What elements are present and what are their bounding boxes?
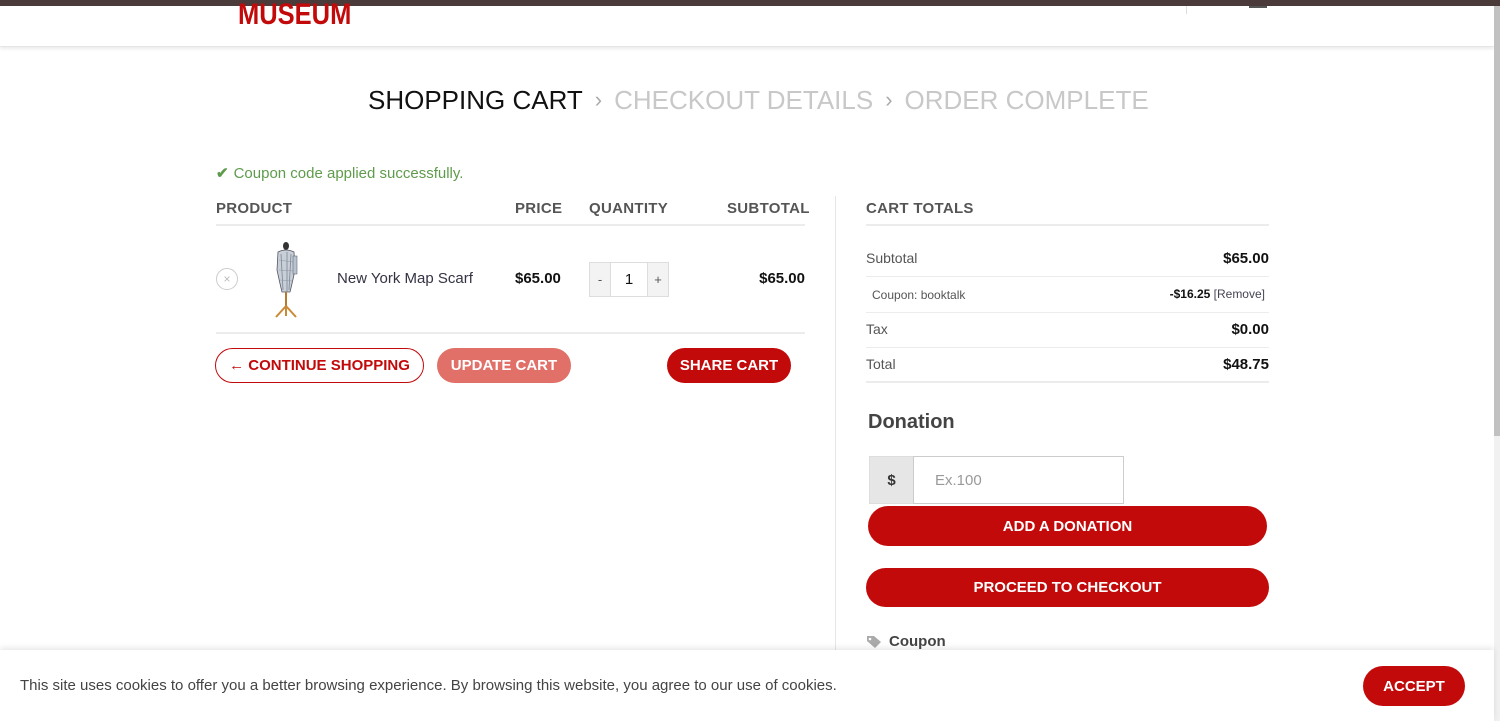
step-separator-icon: › bbox=[885, 87, 893, 112]
tag-icon bbox=[867, 635, 881, 648]
column-header-product: PRODUCT bbox=[216, 200, 293, 217]
header-divider bbox=[1186, 6, 1187, 14]
quantity-decrease-button[interactable]: - bbox=[590, 263, 610, 296]
cart-totals-heading: CART TOTALS bbox=[866, 200, 974, 217]
coupon-line-label: Coupon: booktalk bbox=[872, 288, 966, 302]
remove-item-icon[interactable]: × bbox=[216, 268, 238, 290]
coupon-section-label: Coupon bbox=[889, 633, 946, 650]
coupon-line-value: -$16.25 [Remove] bbox=[1100, 287, 1265, 301]
checkmark-icon: ✔ bbox=[216, 165, 229, 182]
table-header-divider bbox=[216, 224, 805, 226]
cookie-consent-bar: This site uses cookies to offer you a be… bbox=[0, 650, 1494, 721]
product-name-link[interactable]: New York Map Scarf bbox=[337, 270, 473, 287]
column-header-quantity: QUANTITY bbox=[589, 200, 669, 217]
notice-text: Coupon code applied successfully. bbox=[233, 164, 464, 182]
step-shopping-cart[interactable]: SHOPPING CART bbox=[368, 85, 583, 116]
coupon-discount-amount: -$16.25 bbox=[1169, 287, 1211, 301]
proceed-to-checkout-button[interactable]: PROCEED TO CHECKOUT bbox=[866, 568, 1269, 607]
totals-row-divider bbox=[866, 347, 1269, 348]
step-order-complete: ORDER COMPLETE bbox=[904, 84, 1149, 115]
share-cart-button[interactable]: SHARE CART bbox=[667, 348, 791, 383]
totals-header-divider bbox=[866, 224, 1269, 226]
product-thumbnail[interactable] bbox=[268, 240, 304, 318]
quantity-increase-button[interactable]: + bbox=[648, 263, 668, 296]
product-price: $65.00 bbox=[515, 270, 561, 287]
menu-icon[interactable] bbox=[1249, 6, 1267, 8]
subtotal-value: $65.00 bbox=[1223, 250, 1269, 267]
continue-shopping-button[interactable]: ← CONTINUE SHOPPING bbox=[215, 348, 424, 383]
total-value: $48.75 bbox=[1223, 356, 1269, 373]
column-header-price: PRICE bbox=[515, 200, 563, 217]
step-separator-icon: › bbox=[594, 87, 603, 112]
page-scrollbar[interactable] bbox=[1494, 6, 1500, 721]
coupon-success-notice: ✔ Coupon code applied successfully. bbox=[216, 164, 464, 183]
totals-bottom-divider bbox=[866, 381, 1269, 383]
coupon-remove-link[interactable]: [Remove] bbox=[1214, 287, 1265, 301]
site-logo[interactable]: MUSEUM bbox=[238, 0, 351, 32]
totals-row-divider bbox=[866, 312, 1269, 313]
quantity-stepper: - 1 + bbox=[589, 262, 669, 297]
step-checkout-details[interactable]: CHECKOUT DETAILS bbox=[614, 85, 873, 116]
quantity-input[interactable]: 1 bbox=[610, 263, 648, 296]
donation-amount-input[interactable] bbox=[913, 456, 1124, 504]
scrollbar-thumb[interactable] bbox=[1494, 6, 1500, 436]
add-donation-button[interactable]: ADD A DONATION bbox=[868, 506, 1267, 546]
column-header-subtotal: SUBTOTAL bbox=[727, 200, 810, 217]
coupon-section-heading: Coupon bbox=[866, 633, 946, 650]
donation-currency-prefix: $ bbox=[869, 456, 914, 504]
checkout-steps: SHOPPING CART › CHECKOUT DETAILS › ORDER… bbox=[368, 84, 1149, 116]
update-cart-button[interactable]: UPDATE CART bbox=[437, 348, 571, 383]
table-row-divider bbox=[216, 332, 805, 334]
donation-title: Donation bbox=[868, 411, 955, 433]
tax-label: Tax bbox=[866, 321, 888, 337]
accept-cookies-button[interactable]: ACCEPT bbox=[1363, 666, 1465, 706]
total-label: Total bbox=[866, 356, 896, 372]
tax-value: $0.00 bbox=[1231, 321, 1269, 338]
cookie-consent-text: This site uses cookies to offer you a be… bbox=[20, 677, 837, 694]
site-header: MUSEUM bbox=[0, 0, 1494, 47]
row-subtotal: $65.00 bbox=[759, 270, 805, 287]
subtotal-label: Subtotal bbox=[866, 250, 918, 266]
totals-row-divider bbox=[866, 276, 1269, 277]
column-divider bbox=[835, 196, 836, 656]
